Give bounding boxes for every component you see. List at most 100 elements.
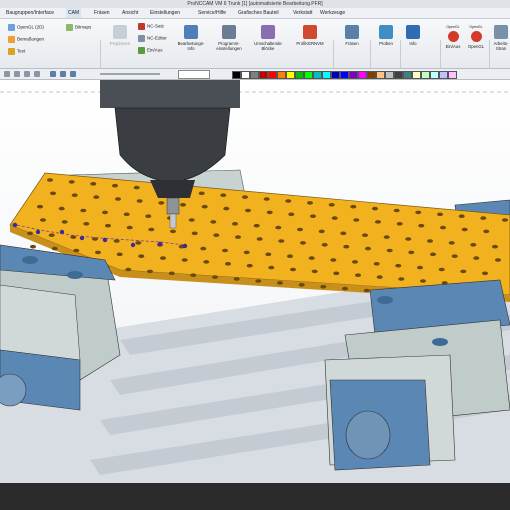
bitmaps-button[interactable]: Bitmaps bbox=[66, 24, 91, 31]
plate-hole bbox=[331, 216, 338, 220]
programm-einstellungen-label: Programm-einstellungen bbox=[216, 41, 242, 51]
color-swatch[interactable] bbox=[259, 71, 268, 79]
plate-hole bbox=[263, 197, 270, 201]
color-swatch[interactable] bbox=[277, 71, 286, 79]
plate-hole bbox=[383, 235, 390, 239]
color-swatch[interactable] bbox=[304, 71, 313, 79]
text-button[interactable]: Text bbox=[8, 48, 25, 55]
plate-hole bbox=[482, 271, 488, 276]
nc-editor-button[interactable]: NC-Editor bbox=[138, 35, 167, 42]
color-swatch[interactable] bbox=[385, 71, 394, 79]
color-swatch[interactable] bbox=[331, 71, 340, 79]
line-width-slider[interactable] bbox=[100, 73, 160, 75]
menu-item-baugruppen[interactable]: Baugruppen/Interface bbox=[6, 8, 54, 18]
color-swatch[interactable] bbox=[439, 71, 448, 79]
umschaltende-bloecke-label: Umschaltende Blöcke bbox=[254, 41, 282, 51]
cad-viewport[interactable] bbox=[0, 80, 510, 483]
toolpath-marker bbox=[12, 222, 18, 228]
opengl-2d-button[interactable]: OpenGL (2D) bbox=[8, 24, 44, 31]
plate-hole bbox=[256, 237, 263, 241]
plate-hole bbox=[290, 267, 296, 272]
color-swatch[interactable] bbox=[232, 71, 241, 79]
plate-hole bbox=[288, 212, 295, 217]
toggle-icon bbox=[138, 47, 145, 54]
color-swatch[interactable] bbox=[313, 71, 322, 79]
plate-hole bbox=[470, 243, 477, 247]
status-bar bbox=[0, 483, 510, 510]
pan-icon[interactable] bbox=[34, 71, 40, 77]
menu-item-fraesen[interactable]: Fräsen bbox=[94, 8, 110, 18]
info-button[interactable]: Info bbox=[404, 25, 422, 46]
line-style-select[interactable] bbox=[178, 70, 210, 79]
color-swatch[interactable] bbox=[358, 71, 367, 79]
select-icon[interactable] bbox=[4, 71, 10, 77]
color-swatch[interactable] bbox=[412, 71, 421, 79]
color-swatch[interactable] bbox=[349, 71, 358, 79]
plate-hole bbox=[350, 204, 357, 209]
color-swatch[interactable] bbox=[286, 71, 295, 79]
projizieren-button[interactable]: Projizieren bbox=[104, 25, 136, 46]
plate-hole bbox=[427, 239, 433, 243]
dimension-icon bbox=[8, 36, 15, 43]
proben-label: Proben bbox=[379, 41, 393, 46]
color-swatch[interactable] bbox=[340, 71, 349, 79]
toolpath-marker bbox=[157, 241, 163, 247]
color-swatch[interactable] bbox=[295, 71, 304, 79]
ein-aus-button[interactable]: Ein/Aus bbox=[138, 47, 163, 54]
nc-satz-button[interactable]: NC-Satz bbox=[138, 23, 164, 30]
cutting-tool bbox=[169, 213, 177, 229]
profikernvm-button[interactable]: ProfiKERNVM bbox=[290, 25, 330, 46]
menu-item-werkzeuge[interactable]: Werkzeuge bbox=[320, 8, 345, 18]
menu-item-werkstatt[interactable]: Verkstatt bbox=[293, 8, 312, 18]
opengl-2-button[interactable]: OpenGL OpenGL bbox=[465, 25, 487, 49]
color-swatch[interactable] bbox=[268, 71, 277, 79]
plate-hole bbox=[300, 241, 306, 245]
arbeitsraum-button[interactable]: Arbeits-Stran bbox=[490, 25, 510, 51]
plate-hole bbox=[40, 218, 46, 222]
opengl-ein-aus-button[interactable]: OpenGL Ein/Aus bbox=[442, 25, 464, 49]
menu-item-service[interactable]: Service/Hilfe bbox=[198, 8, 226, 18]
bemassungen-button[interactable]: Bemaßungen bbox=[8, 36, 44, 43]
plate-hole bbox=[352, 260, 358, 264]
plate-hole bbox=[70, 235, 77, 239]
color-swatch[interactable] bbox=[448, 71, 457, 79]
color-swatch[interactable] bbox=[376, 71, 385, 79]
umschaltende-bloecke-button[interactable]: Umschaltende Blöcke bbox=[252, 25, 284, 51]
color-swatch[interactable] bbox=[430, 71, 439, 79]
text-icon bbox=[8, 48, 15, 55]
menu-item-einstellungen[interactable]: Einstellungen bbox=[150, 8, 180, 18]
vise-bolt bbox=[377, 296, 393, 304]
menu-item-cam[interactable]: CAM bbox=[66, 8, 82, 18]
plate-hole bbox=[158, 201, 165, 205]
color-swatch[interactable] bbox=[403, 71, 412, 79]
view-top-icon[interactable] bbox=[60, 71, 66, 77]
plate-hole bbox=[201, 204, 208, 209]
color-swatch[interactable] bbox=[322, 71, 331, 79]
color-swatch[interactable] bbox=[367, 71, 376, 79]
color-swatch[interactable] bbox=[250, 71, 259, 79]
programm-einstellungen-button[interactable]: Programm-einstellungen bbox=[212, 25, 246, 51]
plate-hole bbox=[210, 220, 217, 224]
plate-hole bbox=[376, 275, 383, 279]
info-circle-icon bbox=[406, 25, 420, 39]
view-iso-icon[interactable] bbox=[70, 71, 76, 77]
rotate-icon[interactable] bbox=[24, 71, 30, 77]
color-swatch[interactable] bbox=[241, 71, 250, 79]
view-front-icon[interactable] bbox=[50, 71, 56, 77]
menu-item-grafisches-bauteil[interactable]: Grafisches Bauteil bbox=[238, 8, 279, 18]
color-swatch[interactable] bbox=[421, 71, 430, 79]
menu-item-ansicht[interactable]: Ansicht bbox=[122, 8, 138, 18]
bearbeitungs-info-button[interactable]: Bearbeitungs-Info bbox=[176, 25, 206, 51]
proben-button[interactable]: Proben bbox=[372, 25, 400, 46]
fraesen-button[interactable]: Fräsen bbox=[338, 25, 366, 46]
zoom-icon[interactable] bbox=[14, 71, 20, 77]
plate-hole bbox=[355, 273, 361, 277]
toolpath-marker bbox=[130, 242, 136, 248]
color-swatch[interactable] bbox=[394, 71, 403, 79]
plate-hole bbox=[112, 183, 118, 188]
plate-hole bbox=[340, 231, 347, 236]
workspace-icon bbox=[494, 25, 508, 39]
plate-hole bbox=[275, 225, 282, 230]
plate-hole bbox=[483, 229, 490, 234]
plate-hole bbox=[213, 233, 220, 237]
